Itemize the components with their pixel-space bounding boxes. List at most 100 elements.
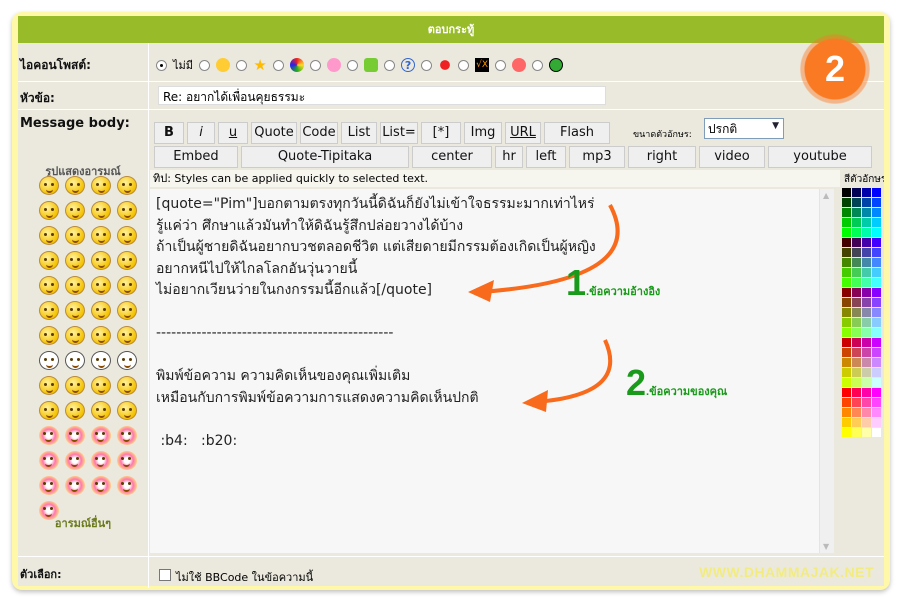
emoticon-icon[interactable] [65, 426, 85, 445]
color-swatch[interactable] [862, 328, 871, 337]
color-swatch[interactable] [872, 228, 881, 237]
emoticon-icon[interactable] [91, 376, 111, 395]
toolbar-button-img[interactable]: Img [464, 122, 502, 144]
emoticon-icon[interactable] [39, 351, 59, 370]
color-swatch[interactable] [842, 228, 851, 237]
color-swatch[interactable] [852, 228, 861, 237]
emoticon-icon[interactable] [117, 251, 137, 270]
color-swatch[interactable] [872, 208, 881, 217]
color-swatch[interactable] [872, 368, 881, 377]
emoticon-icon[interactable] [65, 176, 85, 195]
color-swatch[interactable] [842, 188, 851, 197]
emoticon-icon[interactable] [117, 401, 137, 420]
post-icon-radio[interactable] [532, 59, 544, 71]
emoticon-icon[interactable] [65, 251, 85, 270]
emoticon-icon[interactable] [65, 326, 85, 345]
emoticon-icon[interactable] [39, 426, 59, 445]
color-swatch[interactable] [842, 298, 851, 307]
color-swatch[interactable] [872, 238, 881, 247]
emoticon-icon[interactable] [91, 326, 111, 345]
toolbar-button-u[interactable]: u [218, 122, 248, 144]
color-swatch[interactable] [842, 338, 851, 347]
emoticon-icon[interactable] [117, 476, 137, 495]
disable-bbcode-checkbox[interactable] [159, 569, 171, 581]
post-icon-radio[interactable] [458, 59, 470, 71]
emoticon-icon[interactable] [39, 451, 59, 470]
emoticon-icon[interactable] [117, 351, 137, 370]
color-swatch[interactable] [852, 388, 861, 397]
color-swatch[interactable] [872, 358, 881, 367]
emoticon-icon[interactable] [91, 451, 111, 470]
color-swatch[interactable] [862, 288, 871, 297]
color-swatch[interactable] [842, 418, 851, 427]
color-swatch[interactable] [862, 318, 871, 327]
color-swatch[interactable] [872, 268, 881, 277]
color-swatch[interactable] [842, 238, 851, 247]
color-swatch[interactable] [872, 278, 881, 287]
color-swatch[interactable] [852, 258, 861, 267]
toolbar-button-hr[interactable]: hr [495, 146, 523, 168]
color-swatch[interactable] [862, 258, 871, 267]
color-swatch[interactable] [852, 428, 861, 437]
color-swatch[interactable] [862, 218, 871, 227]
color-swatch[interactable] [862, 268, 871, 277]
color-swatch[interactable] [862, 308, 871, 317]
color-swatch[interactable] [872, 398, 881, 407]
color-swatch[interactable] [852, 208, 861, 217]
scroll-down-icon[interactable]: ▼ [823, 542, 829, 551]
color-swatch[interactable] [852, 348, 861, 357]
emoticon-icon[interactable] [117, 301, 137, 320]
emoticon-icon[interactable] [39, 226, 59, 245]
color-swatch[interactable] [842, 248, 851, 257]
color-swatch[interactable] [852, 418, 861, 427]
emoticon-icon[interactable] [65, 476, 85, 495]
emoticon-icon[interactable] [39, 301, 59, 320]
toolbar-button-i[interactable]: i [187, 122, 215, 144]
color-swatch[interactable] [842, 328, 851, 337]
emoticon-icon[interactable] [39, 476, 59, 495]
color-swatch[interactable] [872, 428, 881, 437]
color-swatch[interactable] [872, 328, 881, 337]
toolbar-button-youtube[interactable]: youtube [768, 146, 872, 168]
emoticon-icon[interactable] [39, 276, 59, 295]
toolbar-button-code[interactable]: Code [300, 122, 338, 144]
toolbar-button-quote[interactable]: Quote [251, 122, 297, 144]
color-swatch[interactable] [872, 388, 881, 397]
color-swatch[interactable] [852, 308, 861, 317]
color-swatch[interactable] [872, 308, 881, 317]
toolbar-button-center[interactable]: center [412, 146, 492, 168]
color-swatch[interactable] [842, 218, 851, 227]
color-swatch[interactable] [852, 188, 861, 197]
color-swatch[interactable] [862, 188, 871, 197]
more-emoticons-link[interactable]: อารมณ์อื่นๆ [18, 514, 148, 532]
post-icon-radio[interactable] [310, 59, 322, 71]
color-swatch[interactable] [842, 388, 851, 397]
emoticon-icon[interactable] [117, 226, 137, 245]
post-icon-radio[interactable] [236, 59, 248, 71]
color-swatch[interactable] [872, 298, 881, 307]
subject-input[interactable]: Re: อยากได้เพื่อนคุยธรรมะ [158, 86, 606, 105]
color-swatch[interactable] [872, 258, 881, 267]
post-icon-radio[interactable] [421, 59, 433, 71]
post-icon-radio[interactable] [495, 59, 507, 71]
emoticon-icon[interactable] [39, 401, 59, 420]
color-swatch[interactable] [842, 318, 851, 327]
color-swatch[interactable] [872, 248, 881, 257]
color-swatch[interactable] [862, 408, 871, 417]
color-swatch[interactable] [872, 348, 881, 357]
color-swatch[interactable] [842, 378, 851, 387]
toolbar-button-flash[interactable]: Flash [544, 122, 610, 144]
font-size-select[interactable]: ปรกติ ▼ [704, 118, 784, 139]
color-swatch[interactable] [872, 318, 881, 327]
color-swatch[interactable] [852, 408, 861, 417]
toolbar-button-list[interactable]: List= [380, 122, 418, 144]
emoticon-icon[interactable] [91, 251, 111, 270]
emoticon-icon[interactable] [91, 276, 111, 295]
scroll-up-icon[interactable]: ▲ [823, 191, 829, 200]
color-swatch[interactable] [852, 298, 861, 307]
color-swatch[interactable] [852, 318, 861, 327]
emoticon-icon[interactable] [91, 351, 111, 370]
emoticon-icon[interactable] [65, 451, 85, 470]
emoticon-icon[interactable] [91, 201, 111, 220]
color-swatch[interactable] [852, 278, 861, 287]
